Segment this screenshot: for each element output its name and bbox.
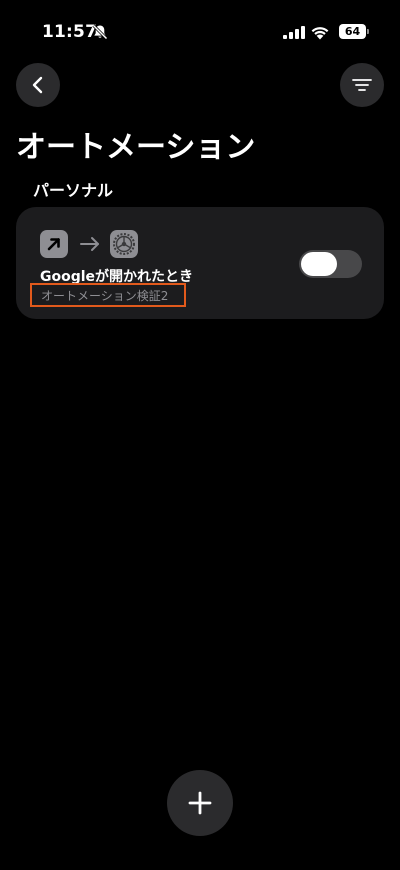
back-button[interactable] bbox=[16, 63, 60, 107]
battery-tip bbox=[367, 29, 369, 34]
section-header-personal: パーソナル bbox=[33, 181, 114, 200]
automation-card[interactable]: Googleが開かれたとき オートメーション検証2 bbox=[16, 207, 384, 319]
automation-screen: 11:57 64 オートメーション パーソナル Googleが開かれたとき オー… bbox=[0, 0, 400, 870]
battery-level: 64 bbox=[344, 25, 361, 38]
cellular-signal-icon bbox=[283, 26, 305, 39]
status-bar: 11:57 64 bbox=[0, 0, 400, 60]
filter-lines-icon bbox=[352, 79, 372, 91]
automation-toggle[interactable] bbox=[299, 250, 362, 278]
chevron-left-icon bbox=[32, 76, 43, 94]
wifi-icon bbox=[311, 27, 329, 40]
automation-subtitle: オートメーション検証2 bbox=[30, 283, 186, 307]
automation-icon-row bbox=[40, 230, 138, 258]
status-time: 11:57 bbox=[42, 22, 98, 42]
filter-menu-button[interactable] bbox=[340, 63, 384, 107]
page-title: オートメーション bbox=[16, 130, 256, 165]
plus-icon bbox=[188, 791, 212, 815]
open-app-arrow-icon bbox=[40, 230, 68, 258]
add-automation-button[interactable] bbox=[167, 770, 233, 836]
bell-slash-icon bbox=[92, 24, 108, 40]
battery-icon: 64 bbox=[339, 24, 366, 39]
arrow-right-icon bbox=[80, 237, 99, 251]
toggle-knob bbox=[301, 252, 337, 276]
settings-gear-icon bbox=[110, 230, 138, 258]
